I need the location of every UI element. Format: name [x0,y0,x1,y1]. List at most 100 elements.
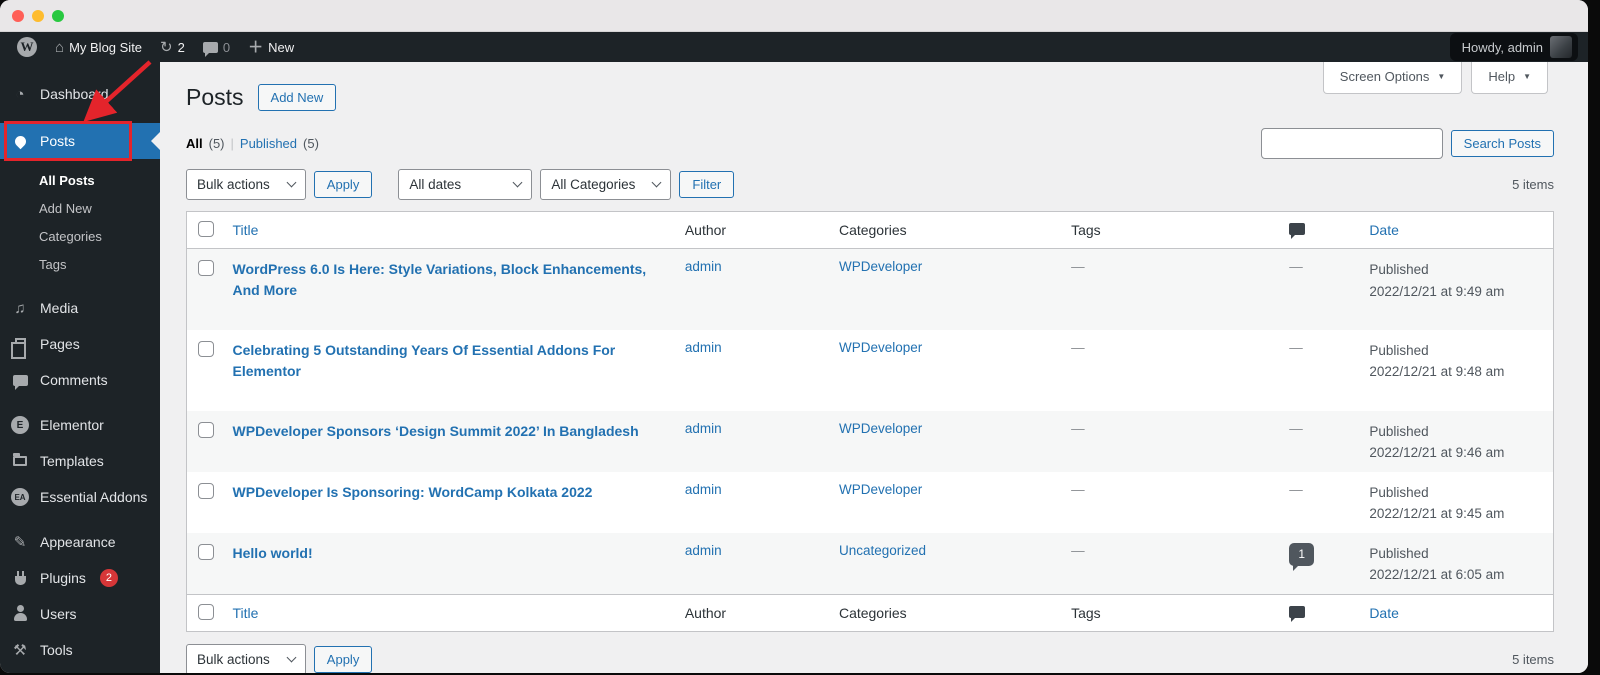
post-title-link[interactable]: Celebrating 5 Outstanding Years Of Essen… [233,340,665,382]
sidebar-item-elementor[interactable]: E Elementor [0,407,160,443]
apply-button[interactable]: Apply [313,171,373,198]
new-content-menu[interactable]: ＋ New [239,32,303,62]
bulk-actions-select-bottom[interactable]: Bulk actions [186,644,306,673]
submenu-item-add-new[interactable]: Add New [0,194,160,222]
site-name-menu[interactable]: ⌂ My Blog Site [46,32,151,62]
search-posts-button[interactable]: Search Posts [1450,129,1554,157]
post-title-link[interactable]: WordPress 6.0 Is Here: Style Variations,… [233,259,665,301]
updates-icon: ↻ [160,38,173,56]
category-link[interactable]: Uncategorized [839,543,926,558]
add-new-button[interactable]: Add New [257,84,337,111]
category-link[interactable]: WPDeveloper [839,340,922,355]
sidebar-item-appearance[interactable]: ✎ Appearance [0,524,160,560]
elementor-icon: E [10,416,30,434]
home-icon: ⌂ [55,38,65,56]
comments-menu[interactable]: 0 [194,32,239,62]
column-header-title[interactable]: Title [222,211,675,249]
sidebar-item-users[interactable]: Users [0,596,160,632]
author-link[interactable]: admin [685,340,722,355]
comments-empty: — [1289,481,1303,497]
row-checkbox[interactable] [198,543,214,560]
row-checkbox[interactable] [198,421,214,438]
sidebar-item-plugins[interactable]: Plugins 2 [0,560,160,596]
comments-empty: — [1289,420,1303,436]
comment-count-bubble[interactable]: 1 [1289,542,1315,571]
sidebar-item-media[interactable]: ♫ Media [0,290,160,326]
tags-empty: — [1071,420,1085,436]
sidebar-item-label: Users [40,606,77,622]
row-checkbox[interactable] [198,482,214,499]
sidebar-item-label: Essential Addons [40,489,148,505]
zoom-window-button[interactable] [52,9,64,22]
column-footer-comments[interactable] [1279,594,1360,632]
sidebar-item-label: Tools [40,642,73,658]
plugins-update-badge: 2 [99,569,118,587]
items-count-bottom: 5 items [1512,652,1554,668]
column-header-comments[interactable] [1279,211,1360,249]
sidebar-item-essential-addons[interactable]: EA Essential Addons [0,479,160,515]
chevron-down-icon [651,177,662,188]
select-all-checkbox[interactable] [198,604,214,621]
post-date: 2022/12/21 at 9:46 am [1369,445,1505,461]
active-menu-notch [151,132,160,150]
sidebar-item-label: Media [40,300,79,316]
sidebar-item-label: Posts [40,133,76,149]
sidebar-item-posts[interactable]: Posts [0,123,160,159]
table-row: WPDeveloper Is Sponsoring: WordCamp Kolk… [186,471,1554,533]
author-link[interactable]: admin [685,421,722,436]
author-link[interactable]: admin [685,259,722,274]
plugin-icon [10,570,30,585]
column-header-date[interactable]: Date [1359,211,1554,249]
submenu-item-all-posts[interactable]: All Posts [0,166,160,194]
items-count-top: 5 items [1512,177,1554,192]
categories-filter-select[interactable]: All Categories [540,169,672,200]
bulk-actions-select[interactable]: Bulk actions [186,169,306,200]
sidebar-item-label: Appearance [40,534,116,550]
media-icon: ♫ [14,299,26,317]
view-published-link[interactable]: Published [240,136,297,151]
sidebar-item-pages[interactable]: Pages [0,326,160,362]
view-all-link[interactable]: All [186,136,203,151]
post-date: 2022/12/21 at 6:05 am [1369,567,1505,583]
column-header-categories: Categories [828,211,1062,249]
post-title-link[interactable]: WPDeveloper Sponsors ‘Design Summit 2022… [233,421,639,442]
author-link[interactable]: admin [685,543,722,558]
screen-options-toggle[interactable]: Screen Options ▼ [1322,62,1463,94]
comments-column-icon [1289,223,1306,239]
category-link[interactable]: WPDeveloper [839,259,922,274]
category-link[interactable]: WPDeveloper [839,482,922,497]
table-row: WPDeveloper Sponsors ‘Design Summit 2022… [186,410,1554,472]
wp-logo-menu[interactable]: W [8,32,46,62]
column-footer-title[interactable]: Title [222,594,675,632]
select-all-checkbox[interactable] [198,221,214,237]
help-toggle[interactable]: Help ▼ [1471,62,1548,94]
post-date: 2022/12/21 at 9:48 am [1369,364,1505,380]
sidebar-item-comments[interactable]: Comments [0,362,160,398]
apply-button-bottom[interactable]: Apply [313,646,373,673]
column-footer-date[interactable]: Date [1359,594,1554,632]
row-checkbox[interactable] [198,340,214,357]
filter-button[interactable]: Filter [679,171,735,198]
my-account-menu[interactable]: Howdy, admin [1449,33,1578,61]
minimize-window-button[interactable] [32,9,44,22]
sidebar-item-tools[interactable]: ⚒ Tools [0,632,160,668]
dates-filter-select[interactable]: All dates [398,169,533,200]
chevron-down-icon: ▼ [1523,72,1531,81]
submenu-item-tags[interactable]: Tags [0,250,160,278]
row-checkbox[interactable] [198,260,214,276]
wp-admin-bar: W ⌂ My Blog Site ↻ 2 0 ＋ New Howdy, admi… [0,32,1588,62]
post-status: Published [1369,342,1429,358]
post-title-link[interactable]: WPDeveloper Is Sponsoring: WordCamp Kolk… [233,482,593,503]
sidebar-item-dashboard[interactable]: ◔ Dashboard [0,76,160,112]
close-window-button[interactable] [12,9,24,22]
post-title-link[interactable]: Hello world! [233,543,313,564]
updates-menu[interactable]: ↻ 2 [151,32,194,62]
search-input[interactable] [1260,127,1443,159]
pin-icon [10,133,30,149]
submenu-item-categories[interactable]: Categories [0,222,160,250]
sidebar-item-templates[interactable]: Templates [0,443,160,479]
author-link[interactable]: admin [685,482,722,497]
chevron-down-icon [286,652,297,663]
table-row: Hello world! admin Uncategorized — 1 Pub… [186,532,1554,595]
category-link[interactable]: WPDeveloper [839,421,922,436]
